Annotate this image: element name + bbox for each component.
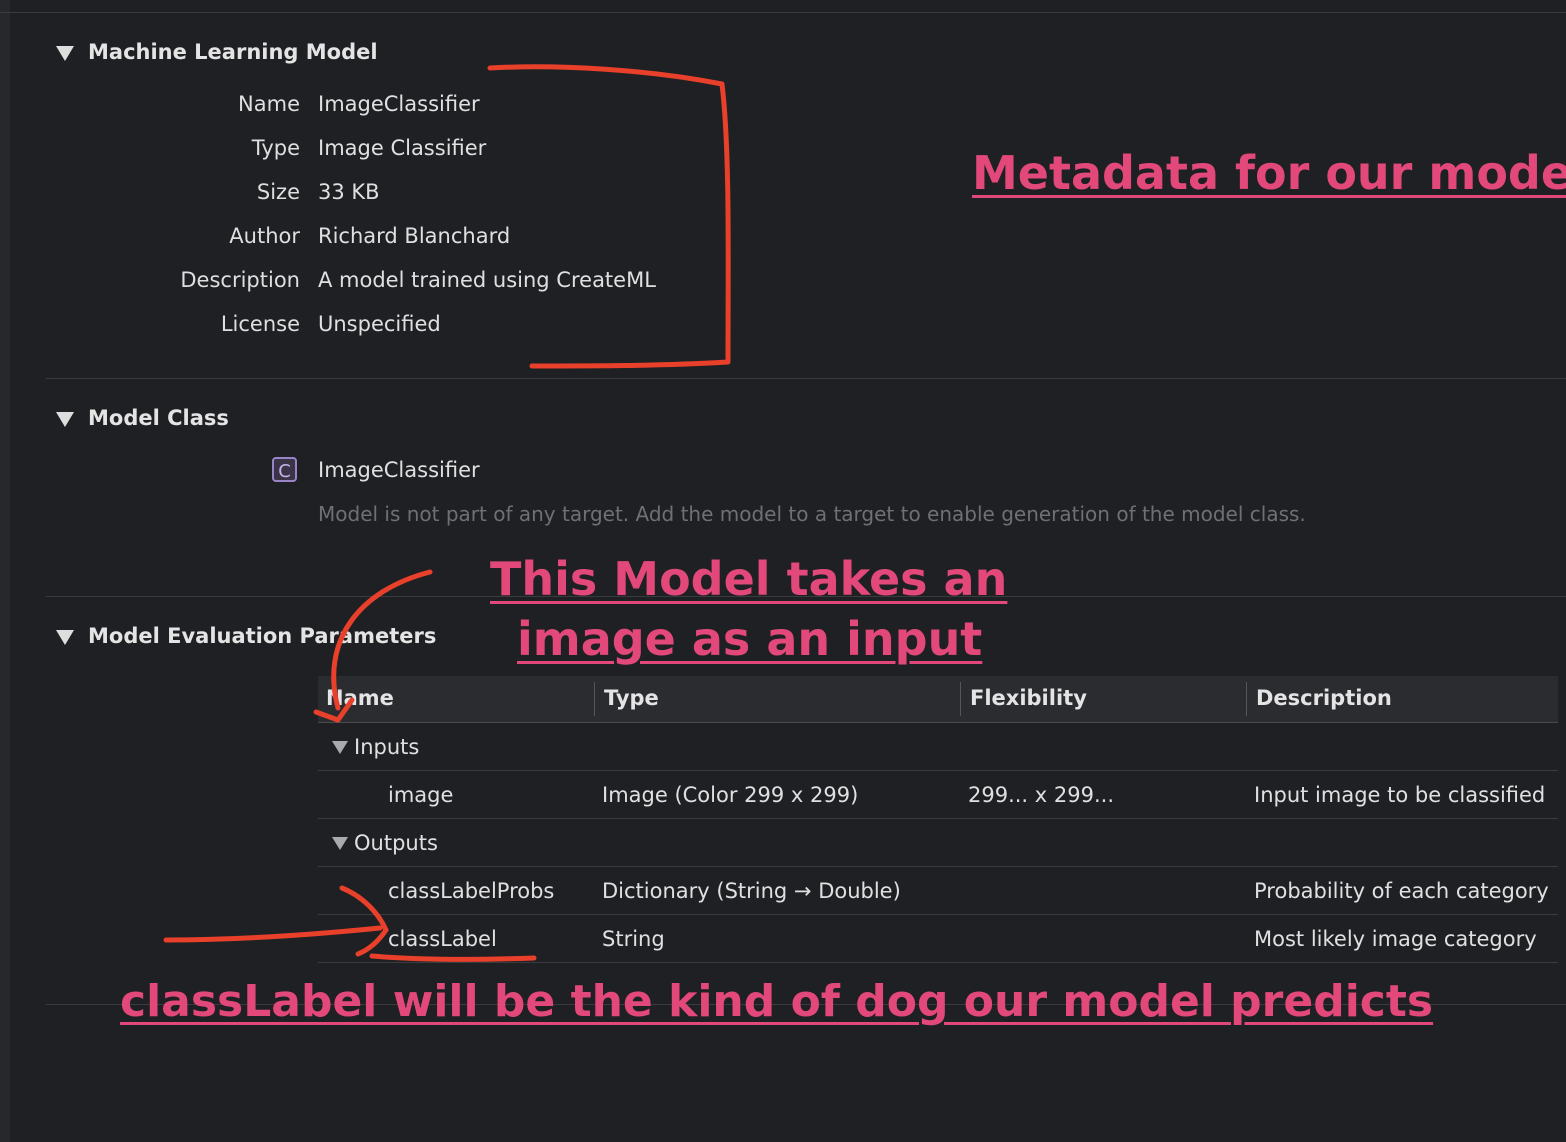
metadata-value: Richard Blanchard: [318, 224, 511, 248]
group-label: Inputs: [354, 735, 420, 759]
class-c-icon: C: [272, 457, 297, 482]
group-label: Outputs: [354, 831, 438, 855]
table-row[interactable]: image Image (Color 299 x 299) 299... x 2…: [318, 771, 1558, 819]
annotation-metadata: Metadata for our model: [972, 146, 1566, 200]
table-row[interactable]: classLabel String Most likely image cate…: [318, 915, 1558, 963]
section-header-eval-params[interactable]: Model Evaluation Parameters: [56, 624, 436, 648]
column-header-type[interactable]: Type: [604, 686, 659, 710]
column-header-description[interactable]: Description: [1256, 686, 1392, 710]
disclosure-triangle-icon[interactable]: [56, 411, 74, 427]
metadata-value: 33 KB: [318, 180, 380, 204]
cell-name: classLabel: [388, 927, 497, 951]
column-separator[interactable]: [1246, 682, 1247, 716]
metadata-bracket: [487, 64, 731, 369]
column-separator[interactable]: [594, 682, 595, 716]
metadata-label: License: [220, 312, 300, 336]
metadata-label: Author: [229, 224, 300, 248]
column-separator[interactable]: [960, 682, 961, 716]
left-edge-strip: [0, 0, 10, 1142]
annotation-input-line1: This Model takes an: [490, 552, 1008, 606]
section-title: Model Class: [88, 406, 229, 430]
cell-type: Dictionary (String → Double): [602, 879, 901, 903]
metadata-value: A model trained using CreateML: [318, 268, 656, 292]
params-table-header: Name Type Flexibility Description: [318, 676, 1558, 723]
table-row[interactable]: classLabelProbs Dictionary (String → Dou…: [318, 867, 1558, 915]
disclosure-triangle-icon[interactable]: [332, 740, 348, 754]
section-header-model-class[interactable]: Model Class: [56, 406, 229, 430]
metadata-value: ImageClassifier: [318, 92, 480, 116]
annotation-classlabel: classLabel will be the kind of dog our m…: [120, 976, 1434, 1027]
column-header-flexibility[interactable]: Flexibility: [970, 686, 1087, 710]
group-toggle[interactable]: Outputs: [332, 831, 438, 855]
disclosure-triangle-icon[interactable]: [56, 629, 74, 645]
group-toggle[interactable]: Inputs: [332, 735, 419, 759]
metadata-value: Image Classifier: [318, 136, 487, 160]
top-divider: [0, 12, 1566, 13]
metadata-value: Unspecified: [318, 312, 441, 336]
section-title: Model Evaluation Parameters: [88, 624, 437, 648]
cell-name: classLabelProbs: [388, 879, 555, 903]
metadata-label: Type: [251, 136, 300, 160]
disclosure-triangle-icon[interactable]: [56, 45, 74, 61]
cell-flexibility: 299... x 299...: [968, 783, 1114, 807]
model-class-name[interactable]: ImageClassifier: [318, 458, 480, 482]
model-class-note: Model is not part of any target. Add the…: [318, 502, 1306, 526]
section-title: Machine Learning Model: [88, 40, 378, 64]
metadata-label: Description: [180, 268, 300, 292]
section-divider: [46, 378, 1566, 379]
section-header-ml-model[interactable]: Machine Learning Model: [56, 40, 378, 64]
metadata-label: Size: [256, 180, 300, 204]
cell-description: Input image to be classified: [1254, 783, 1546, 807]
cell-type: Image (Color 299 x 299): [602, 783, 859, 807]
metadata-label: Name: [238, 92, 300, 116]
cell-description: Most likely image category: [1254, 927, 1537, 951]
cell-name: image: [388, 783, 454, 807]
table-group-row-outputs[interactable]: Outputs: [318, 819, 1558, 867]
cell-type: String: [602, 927, 665, 951]
annotation-input-line2: image as an input: [517, 612, 983, 666]
column-header-name[interactable]: Name: [326, 686, 394, 710]
table-group-row-inputs[interactable]: Inputs: [318, 723, 1558, 771]
cell-description: Probability of each category: [1254, 879, 1549, 903]
disclosure-triangle-icon[interactable]: [332, 836, 348, 850]
